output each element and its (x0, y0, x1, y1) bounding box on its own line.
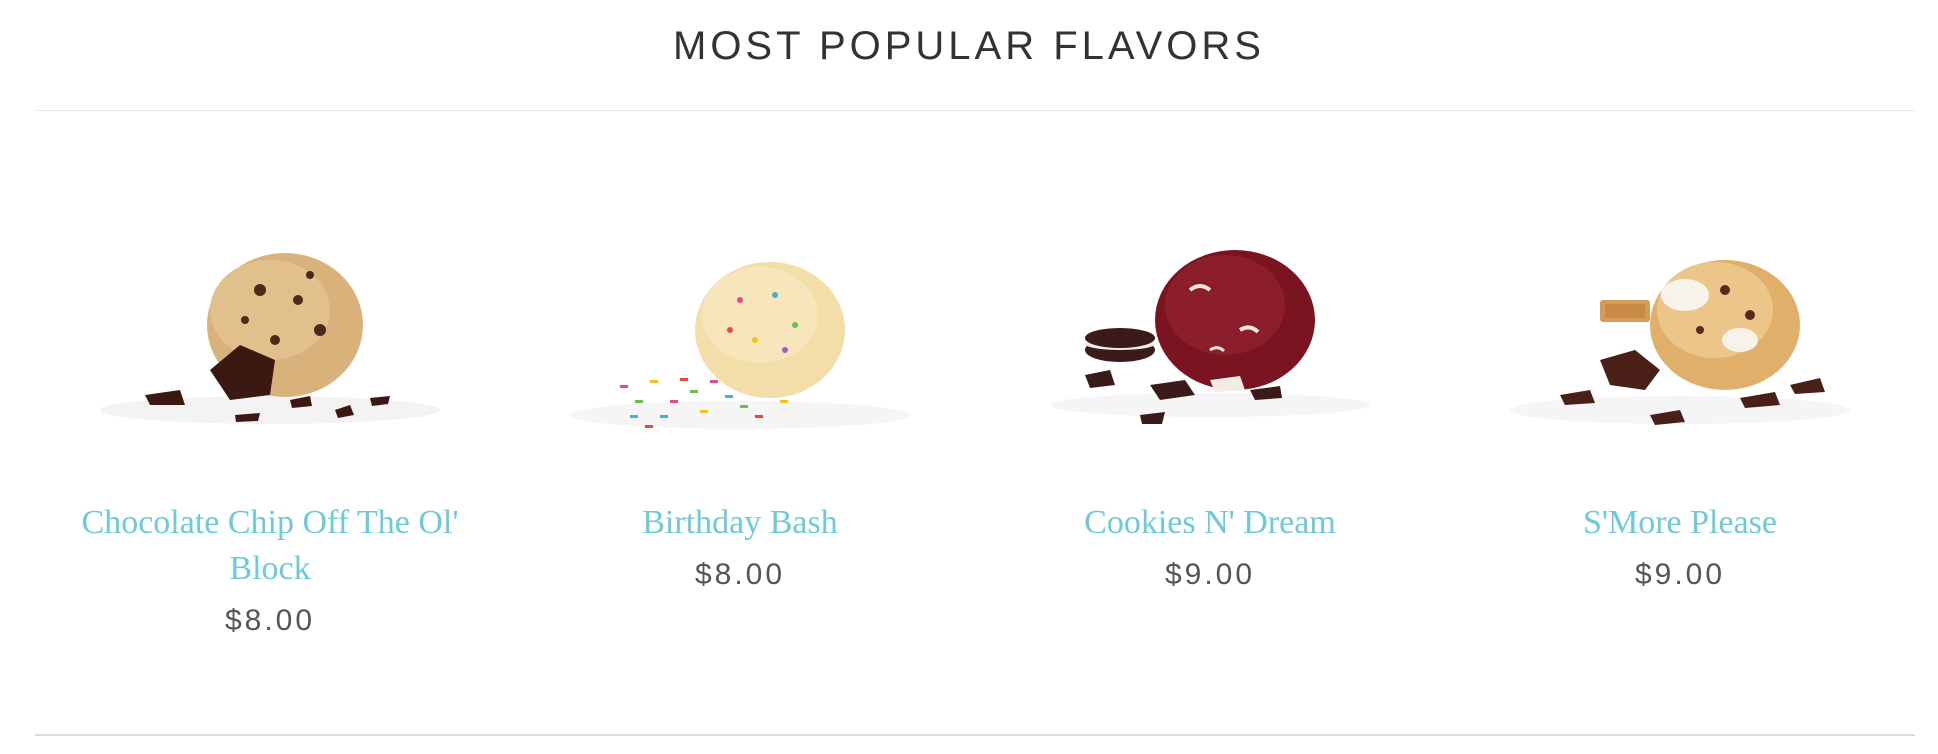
product-name[interactable]: Chocolate Chip Off The Ol' Block (70, 500, 470, 592)
product-card[interactable]: Chocolate Chip Off The Ol' Block $8.00 (35, 200, 505, 638)
product-image[interactable] (1010, 200, 1410, 460)
product-image[interactable] (1480, 200, 1880, 460)
birthday-sprinkles-dough-icon (570, 262, 910, 429)
product-card[interactable]: Cookies N' Dream $9.00 (975, 200, 1445, 638)
product-grid: Chocolate Chip Off The Ol' Block $8.00 B… (35, 200, 1915, 638)
red-velvet-cookies-dough-icon (1050, 250, 1370, 424)
section-title: MOST POPULAR FLAVORS (673, 24, 1265, 68)
chocolate-chip-dough-icon (100, 253, 440, 424)
product-price: $8.00 (694, 558, 786, 591)
product-card[interactable]: Birthday Bash $8.00 (505, 200, 975, 638)
product-card[interactable]: S'More Please $9.00 (1445, 200, 1915, 638)
product-name[interactable]: Birthday Bash (540, 500, 940, 546)
product-name[interactable]: S'More Please (1480, 500, 1880, 546)
product-name[interactable]: Cookies N' Dream (1010, 500, 1410, 546)
bottom-divider (35, 734, 1915, 736)
product-price: $9.00 (1164, 558, 1256, 591)
top-divider (35, 110, 1915, 111)
product-image[interactable] (540, 200, 940, 460)
product-price: $8.00 (224, 604, 316, 637)
product-image[interactable] (70, 200, 470, 460)
smores-dough-icon (1510, 260, 1850, 425)
product-price: $9.00 (1634, 558, 1726, 591)
